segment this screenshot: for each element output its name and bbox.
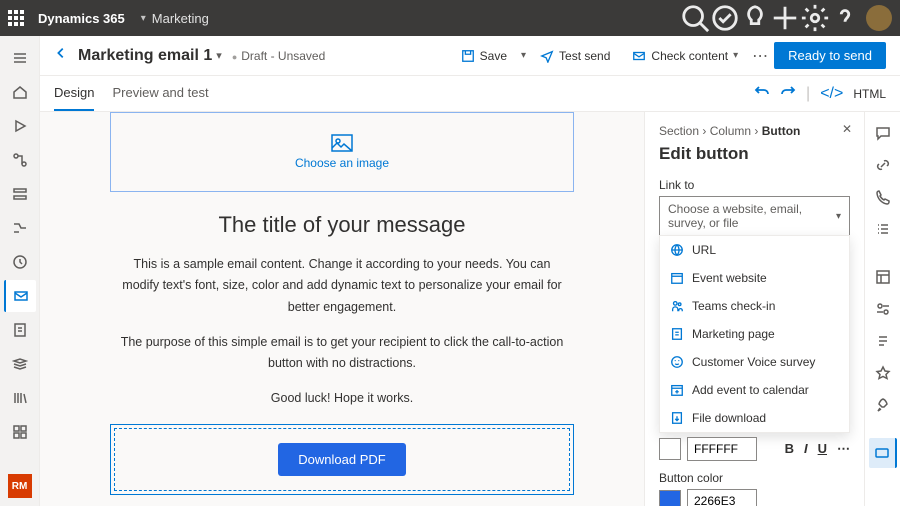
rail-list[interactable] [869,214,897,244]
linkto-select[interactable]: Choose a website, email, survey, or file… [659,196,850,236]
nav-form[interactable] [4,314,36,346]
download-pdf-button[interactable]: Download PDF [278,443,405,476]
opt-teams-checkin[interactable]: Teams check-in [660,292,849,320]
overflow-icon[interactable]: ⋯ [752,46,768,66]
button-color-label: Button color [659,471,850,485]
lightbulb-icon[interactable] [740,0,770,36]
rail-elements[interactable] [869,438,897,468]
avatar[interactable] [866,5,892,31]
left-nav: RM [0,36,40,506]
back-button[interactable] [54,46,68,65]
brand-label: Dynamics 365 [38,11,125,26]
save-button[interactable]: Save [453,45,515,67]
help-icon[interactable] [830,0,860,36]
text-color-input[interactable] [687,437,757,461]
app-launcher-icon[interactable] [8,10,24,26]
linkto-dropdown: URL Event website Teams check-in Marketi… [659,235,850,433]
close-icon[interactable]: ✕ [842,122,852,136]
ready-to-send-button[interactable]: Ready to send [774,42,886,69]
check-content-button[interactable]: Check content▾ [624,45,746,67]
opt-url[interactable]: URL [660,236,849,264]
text-color-swatch[interactable] [659,438,681,460]
button-color-input[interactable] [687,489,757,506]
linkto-label: Link to [659,178,850,192]
nav-grid[interactable] [4,416,36,448]
button-color-swatch[interactable] [659,490,681,506]
bold-button[interactable]: B [785,441,794,457]
opt-add-calendar[interactable]: Add event to calendar [660,376,849,404]
breadcrumb: Section › Column › Button [659,124,850,138]
title-chevron-icon[interactable]: ▾ [216,49,222,62]
underline-button[interactable]: U [818,441,827,457]
email-title[interactable]: The title of your message [110,212,574,238]
area-label[interactable]: Marketing [152,11,209,26]
opt-marketing-page[interactable]: Marketing page [660,320,849,348]
gear-icon[interactable] [800,0,830,36]
email-paragraph[interactable]: This is a sample email content. Change i… [110,254,574,318]
task-icon[interactable] [710,0,740,36]
test-send-button[interactable]: Test send [532,45,618,67]
undo-button[interactable] [754,83,770,104]
rail-layout[interactable] [869,262,897,292]
nav-stack[interactable] [4,348,36,380]
email-paragraph[interactable]: Good luck! Hope it works. [110,388,574,409]
html-toggle[interactable]: HTML [853,87,886,101]
nav-home[interactable] [4,76,36,108]
italic-button[interactable]: I [804,441,808,457]
nav-flow[interactable] [4,212,36,244]
email-paragraph[interactable]: The purpose of this simple email is to g… [110,332,574,375]
button-selection[interactable]: Download PDF [110,424,574,495]
rail-link[interactable] [869,150,897,180]
redo-button[interactable] [780,83,796,104]
nav-library[interactable] [4,382,36,414]
chevron-down-icon: ▾ [141,13,146,24]
property-panel: ✕ Section › Column › Button Edit button … [644,112,864,506]
rail-text[interactable] [869,326,897,356]
plus-icon[interactable] [770,0,800,36]
persona-badge[interactable]: RM [8,474,32,498]
tab-preview[interactable]: Preview and test [112,76,208,111]
opt-file-download[interactable]: File download [660,404,849,432]
image-placeholder[interactable]: Choose an image [110,112,574,192]
rail-rocket[interactable] [869,390,897,420]
opt-customer-voice[interactable]: Customer Voice survey [660,348,849,376]
rail-settings[interactable] [869,294,897,324]
rail-phone[interactable] [869,182,897,212]
format-more-icon[interactable]: ⋯ [837,441,850,457]
status-badge: Draft - Unsaved [232,49,325,63]
email-canvas: Choose an image The title of your messag… [40,112,644,506]
right-rail [864,112,900,506]
nav-play[interactable] [4,110,36,142]
tab-design[interactable]: Design [54,76,94,111]
panel-title: Edit button [659,144,850,164]
rail-star[interactable] [869,358,897,388]
search-icon[interactable] [680,0,710,36]
page-title: Marketing email 1 [78,47,212,65]
nav-clock[interactable] [4,246,36,278]
opt-event-website[interactable]: Event website [660,264,849,292]
save-chevron[interactable]: ▾ [521,50,526,61]
nav-menu[interactable] [4,42,36,74]
rail-chat[interactable] [869,118,897,148]
nav-segments[interactable] [4,178,36,210]
nav-journey[interactable] [4,144,36,176]
nav-email[interactable] [4,280,36,312]
